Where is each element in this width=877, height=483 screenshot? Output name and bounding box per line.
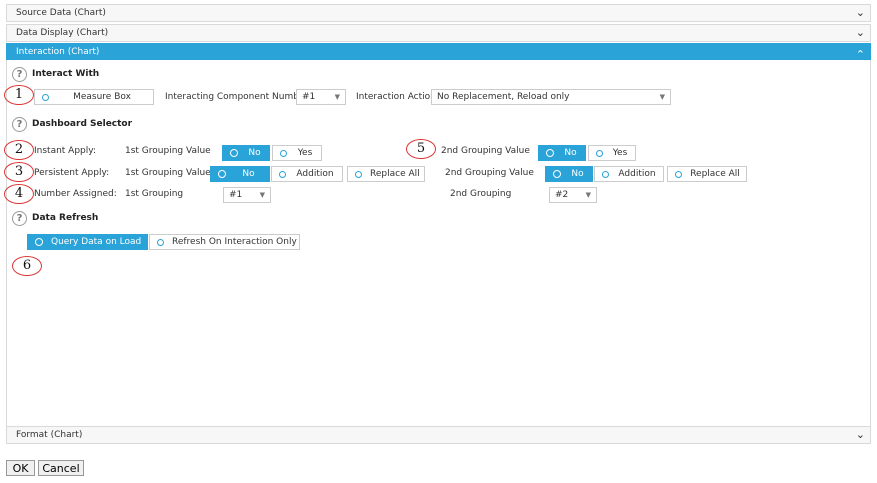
radio-icon (230, 149, 238, 157)
persistent-g1-replace-label: Replace All (370, 169, 420, 179)
dropdown-caret-icon: ▼ (659, 93, 665, 101)
number-g2-value: #2 (555, 190, 569, 200)
refresh-on-interaction-button[interactable]: Refresh On Interaction Only (149, 234, 300, 250)
dropdown-caret-icon: ▼ (259, 191, 265, 199)
persistent-g1-addition-label: Addition (296, 169, 334, 179)
component-number-select[interactable]: #1 ▼ (296, 89, 346, 105)
persistent-g1-label: 1st Grouping Value (125, 168, 211, 178)
cancel-button[interactable]: Cancel (38, 460, 84, 476)
measure-box-label: Measure Box (73, 92, 131, 102)
instant-g1-yes-label: Yes (297, 148, 313, 158)
interaction-title: Interaction (Chart) (16, 47, 100, 57)
radio-icon (602, 170, 609, 178)
persistent-g2-no-label: No (571, 169, 584, 179)
instant-g2-yes-label: Yes (612, 148, 628, 158)
persistent-g1-replace-button[interactable]: Replace All (347, 166, 425, 182)
radio-icon (279, 170, 286, 178)
component-number-value: #1 (302, 92, 316, 102)
help-icon[interactable]: ? (12, 67, 27, 82)
interaction-action-value: No Replacement, Reload only (437, 92, 570, 102)
instant-g2-label: 2nd Grouping Value (441, 146, 530, 156)
chevron-down-icon: ⌄ (855, 6, 865, 19)
number-assigned-label: Number Assigned: (34, 189, 117, 199)
number-g2-select[interactable]: #2 ▼ (549, 187, 597, 203)
interaction-action-select[interactable]: No Replacement, Reload only ▼ (431, 89, 671, 105)
format-header[interactable]: Format (Chart) ⌄ (6, 426, 871, 444)
dashboard-selector-title: Dashboard Selector (32, 119, 133, 129)
dropdown-caret-icon: ▼ (585, 191, 591, 199)
data-display-title: Data Display (Chart) (16, 28, 109, 38)
persistent-g1-no-label: No (242, 169, 255, 179)
radio-icon (553, 170, 561, 178)
radio-icon (42, 93, 49, 101)
callout-1: 1 (4, 85, 34, 105)
query-on-load-label: Query Data on Load (51, 237, 142, 247)
help-icon[interactable]: ? (12, 211, 27, 226)
callout-5: 5 (406, 139, 436, 159)
component-number-label: Interacting Component Number: (165, 92, 312, 102)
radio-icon (218, 170, 226, 178)
persistent-g2-addition-label: Addition (618, 169, 656, 179)
radio-icon (355, 170, 362, 178)
data-display-header[interactable]: Data Display (Chart) ⌄ (6, 24, 871, 42)
persistent-g2-label: 2nd Grouping Value (445, 168, 534, 178)
persistent-g1-addition-button[interactable]: Addition (271, 166, 343, 182)
radio-icon (596, 149, 603, 157)
measure-box-button[interactable]: Measure Box (34, 89, 154, 105)
interaction-panel: ? Interact With 1 Measure Box Interactin… (4, 60, 871, 427)
number-g1-value: #1 (229, 190, 243, 200)
persistent-apply-label: Persistent Apply: (34, 168, 110, 178)
query-on-load-button[interactable]: Query Data on Load (27, 234, 148, 250)
number-g1-label: 1st Grouping (125, 189, 184, 199)
persistent-g2-replace-button[interactable]: Replace All (667, 166, 747, 182)
callout-4: 4 (4, 184, 34, 204)
persistent-g2-no-button[interactable]: No (545, 166, 593, 182)
interact-with-title: Interact With (32, 69, 100, 79)
instant-g1-label: 1st Grouping Value (125, 146, 211, 156)
source-data-header[interactable]: Source Data (Chart) ⌄ (6, 4, 871, 22)
chevron-down-icon: ⌄ (855, 428, 865, 441)
callout-6: 6 (12, 256, 42, 276)
persistent-g1-no-button[interactable]: No (210, 166, 270, 182)
callout-3: 3 (4, 162, 34, 182)
source-data-title: Source Data (Chart) (16, 8, 106, 18)
radio-icon (546, 149, 554, 157)
instant-g1-no-label: No (248, 148, 261, 158)
interaction-action-label: Interaction Action: (356, 92, 439, 102)
dropdown-caret-icon: ▼ (334, 93, 340, 101)
refresh-on-interaction-label: Refresh On Interaction Only (172, 237, 297, 247)
radio-icon (675, 170, 682, 178)
ok-button[interactable]: OK (6, 460, 35, 476)
format-title: Format (Chart) (16, 430, 83, 440)
persistent-g2-replace-label: Replace All (690, 169, 740, 179)
radio-icon (157, 238, 164, 246)
instant-apply-label: Instant Apply: (34, 146, 96, 156)
persistent-g2-addition-button[interactable]: Addition (594, 166, 664, 182)
help-icon[interactable]: ? (12, 117, 27, 132)
instant-g2-yes-button[interactable]: Yes (588, 145, 636, 161)
radio-icon (35, 238, 43, 246)
number-g2-label: 2nd Grouping (450, 189, 512, 199)
instant-g1-no-button[interactable]: No (222, 145, 270, 161)
callout-2: 2 (4, 140, 34, 160)
instant-g1-yes-button[interactable]: Yes (272, 145, 322, 161)
chevron-down-icon: ⌄ (855, 26, 865, 39)
interaction-header[interactable]: Interaction (Chart) ⌃ (6, 43, 871, 61)
radio-icon (280, 149, 287, 157)
instant-g2-no-button[interactable]: No (538, 145, 586, 161)
instant-g2-no-label: No (564, 148, 577, 158)
number-g1-select[interactable]: #1 ▼ (223, 187, 271, 203)
data-refresh-title: Data Refresh (32, 213, 99, 223)
